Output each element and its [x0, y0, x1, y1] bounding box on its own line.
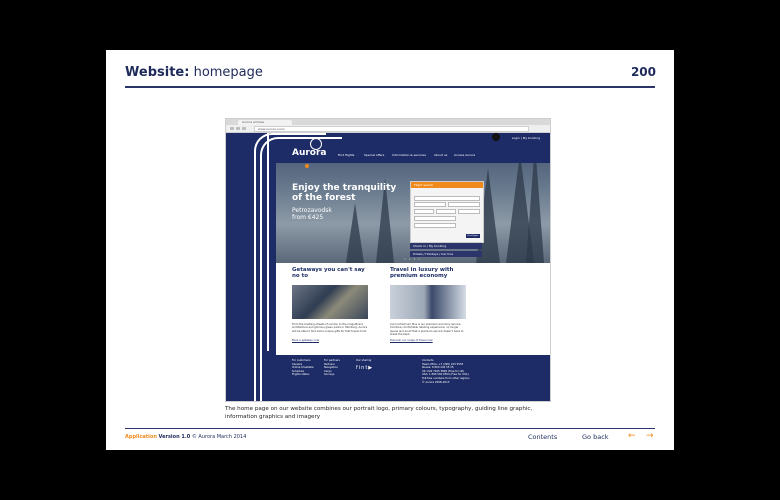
orange-dot-icon — [305, 164, 309, 168]
class-field — [448, 202, 480, 207]
nav-item: Access Aurora — [454, 153, 476, 157]
guiding-line — [260, 183, 262, 401]
check-in-bar: Check in / My booking — [410, 243, 482, 249]
getaways-heading: Getaways you can't say no to — [292, 267, 365, 279]
corner-dot — [492, 133, 500, 141]
site-footer: For customers Careers Online timetable S… — [276, 355, 550, 401]
footer-rule — [125, 428, 655, 429]
social-icons: fint▶ — [356, 365, 373, 371]
youtube-icon: ▶ — [368, 365, 374, 371]
footer-copyright: © Aurora March 2014 — [191, 434, 247, 440]
footer-col-partners: For partners Partners Navigation Cargo S… — [324, 359, 340, 377]
widget-title: Flight search — [411, 182, 483, 188]
website-screenshot: Aurora Airlines www.aurora.ru/en Aurora … — [225, 118, 551, 402]
contents-link[interactable]: Contents — [528, 433, 557, 441]
login-link: Login | My booking — [511, 136, 540, 140]
flight-search-widget: Flight search Find flights — [410, 181, 484, 243]
premium-link: Discover our range of travel now — [390, 339, 433, 342]
hero-city: Petrozavodsk — [292, 207, 332, 214]
page-title: Website: homepage — [125, 65, 263, 80]
cabin-crew-image — [390, 285, 466, 319]
footer-version: Version 1.0 — [158, 434, 191, 440]
section-subtitle: homepage — [193, 65, 263, 80]
footer-col-sharing: Our sharing — [356, 359, 371, 363]
header-rule — [125, 86, 655, 88]
getaways-link: Book a getaway now — [292, 339, 319, 342]
page-number: 200 — [630, 65, 656, 79]
hero-destination: Petrozavodsk from €425 — [292, 207, 372, 221]
nav-item: Information & services — [392, 153, 426, 157]
passengers-field — [436, 209, 456, 214]
nav-item: Special offers — [364, 153, 385, 157]
to-field — [414, 202, 446, 207]
carousel-dots: • • • • — [404, 257, 421, 261]
document-footer-info: Application Version 1.0 © Aurora March 2… — [125, 434, 246, 440]
footer-contact: © Aurora 2008–2013 — [422, 380, 450, 384]
footer-col-customers: For customers Careers Online timetable S… — [292, 359, 314, 377]
browser-toolbar: www.aurora.ru/en — [226, 125, 550, 133]
footer-application: Application — [125, 434, 157, 440]
premium-text: Aurora Premium Plus is our premium econo… — [390, 323, 464, 337]
guiding-line — [254, 183, 256, 401]
footer-link: Flights status — [292, 373, 310, 377]
nav-item: About us — [434, 153, 448, 157]
find-flights-button: Find flights — [466, 234, 480, 238]
getaways-text: From the bustling streets of London to t… — [292, 323, 368, 333]
site-homepage: Aurora Login | My booking Find flights S… — [226, 133, 550, 401]
return-date-field — [414, 223, 456, 228]
city-night-image — [292, 285, 368, 319]
nav-item: Find flights — [338, 153, 355, 157]
hero-price: from €425 — [292, 214, 324, 221]
footer-col-title: Our sharing — [356, 359, 372, 362]
prev-page-arrow-icon[interactable]: ← — [628, 431, 636, 441]
brand-guideline-page: Website: homepage 200 Aurora Airlines ww… — [106, 50, 674, 450]
footer-link: Surveys — [324, 373, 335, 377]
depart-date-field — [414, 216, 456, 221]
hero-title: Enjoy the tranquility of the forest — [292, 183, 397, 203]
reload-icon — [242, 127, 246, 130]
section-name: Website: — [125, 65, 190, 80]
footer-col-contacts: Contacts Head office: +7 (495) 223 5555 … — [422, 359, 470, 384]
go-back-link[interactable]: Go back — [582, 433, 609, 441]
address-bar: www.aurora.ru/en — [254, 126, 529, 132]
site-logo: Aurora — [292, 148, 327, 158]
passengers-field — [458, 209, 480, 214]
forward-icon — [236, 127, 240, 130]
back-icon — [230, 127, 234, 130]
guiding-line — [267, 133, 269, 351]
figure-caption: The home page on our website combines ou… — [225, 406, 533, 420]
premium-heading: Travel in luxury with premium economy — [390, 267, 454, 279]
next-page-arrow-icon[interactable]: → — [646, 431, 654, 441]
from-field — [414, 196, 480, 201]
passengers-field — [414, 209, 434, 214]
